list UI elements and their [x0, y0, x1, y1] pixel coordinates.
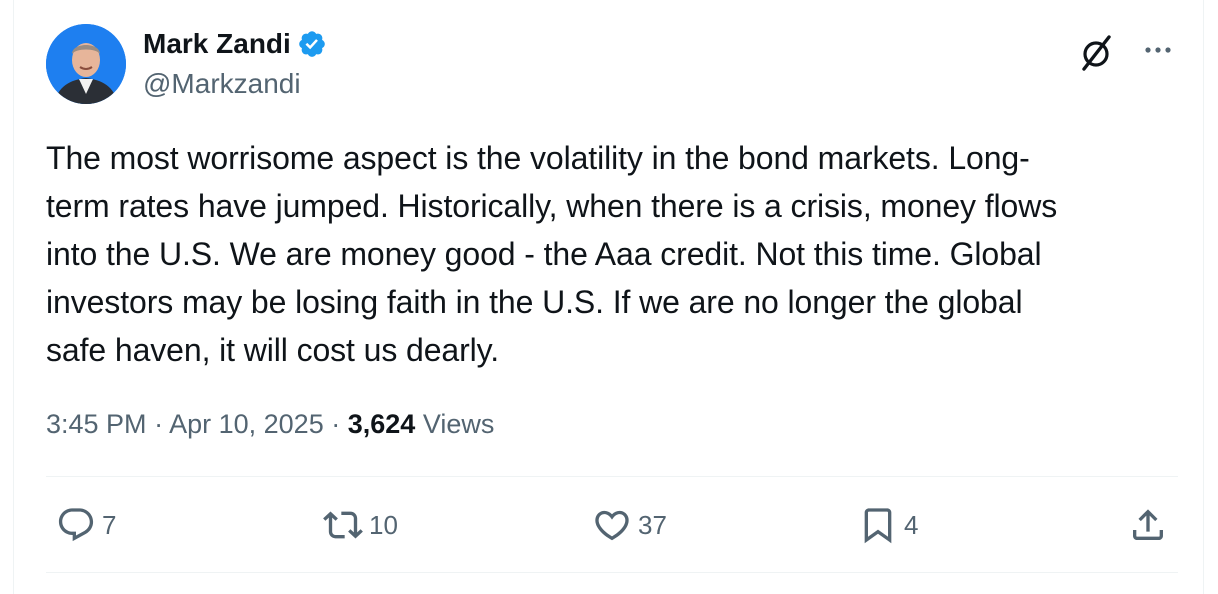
bookmark-count: 4: [904, 509, 919, 540]
avatar-photo: [46, 24, 126, 104]
repost-icon: [323, 511, 363, 539]
tweet-author: Mark Zandi @Markzandi: [143, 26, 327, 102]
repost-count: 10: [369, 509, 398, 540]
meta-separator: ·: [331, 409, 341, 439]
like-count: 37: [638, 509, 667, 540]
share-button[interactable]: [1128, 505, 1168, 545]
divider: [46, 476, 1178, 477]
views-label: Views: [422, 409, 495, 439]
reply-button[interactable]: 7: [56, 505, 116, 545]
tweet-time[interactable]: 3:45 PM: [46, 409, 147, 439]
grok-icon[interactable]: [1076, 33, 1116, 73]
more-icon[interactable]: [1140, 36, 1176, 64]
views-count: 3,624: [347, 409, 416, 439]
reply-count: 7: [102, 509, 117, 540]
bookmark-icon: [864, 508, 892, 544]
tweet-meta: 3:45 PM · Apr 10, 2025 · 3,624 Views: [46, 406, 494, 442]
verified-badge-icon[interactable]: [297, 29, 327, 59]
reply-icon: [58, 508, 94, 542]
share-icon: [1133, 509, 1163, 540]
author-handle[interactable]: @Markzandi: [143, 66, 327, 102]
heart-icon: [595, 510, 629, 541]
tweet-date[interactable]: Apr 10, 2025: [169, 409, 324, 439]
repost-button[interactable]: 10: [323, 505, 398, 545]
bookmark-button[interactable]: 4: [858, 505, 918, 545]
divider: [46, 572, 1178, 573]
like-button[interactable]: 37: [592, 505, 667, 545]
author-name[interactable]: Mark Zandi: [143, 26, 291, 62]
meta-separator: ·: [154, 409, 164, 439]
tweet-text: The most worrisome aspect is the volatil…: [46, 140, 1058, 368]
avatar[interactable]: [46, 24, 126, 104]
